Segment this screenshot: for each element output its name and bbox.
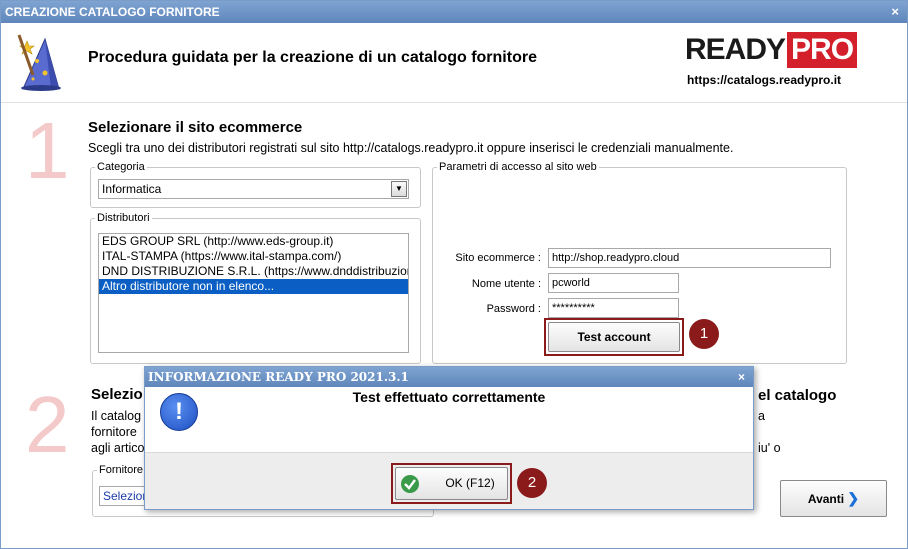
avanti-label: Avanti (807, 492, 845, 506)
utente-input[interactable]: pcworld (548, 273, 679, 293)
step2-title-end: el catalogo (758, 387, 837, 404)
wizard-window: CREAZIONE CATALOGO FORNITORE × Procedura… (0, 0, 908, 549)
chevron-down-icon[interactable]: ▼ (391, 181, 407, 197)
distributori-list[interactable]: EDS GROUP SRL (http://www.eds-group.it) … (98, 233, 409, 353)
list-item[interactable]: EDS GROUP SRL (http://www.eds-group.it) (99, 234, 408, 249)
annotation-badge-2: 2 (517, 468, 547, 498)
list-item-selected[interactable]: Altro distributore non in elenco... (99, 279, 408, 294)
wizard-header: Procedura guidata per la creazione di un… (1, 23, 907, 103)
step1-title: Selezionare il sito ecommerce (88, 119, 303, 136)
chevron-right-icon: ❯ (847, 490, 860, 506)
step2-desc-line3: agli artico (91, 441, 145, 455)
ok-button[interactable]: OK (F12) (395, 467, 508, 500)
sito-input[interactable]: http://shop.readypro.cloud (548, 248, 831, 268)
logo-pro-text: PRO (787, 32, 858, 68)
close-icon[interactable]: × (891, 1, 899, 23)
sito-label: Sito ecommerce : (455, 252, 541, 264)
utente-label: Nome utente : (471, 278, 541, 290)
ok-label: OK (F12) (445, 476, 495, 490)
step1-number: 1 (25, 106, 70, 195)
wizard-hat-icon (17, 34, 61, 91)
window-title: CREAZIONE CATALOGO FORNITORE (5, 5, 220, 19)
check-circle-icon (401, 474, 419, 493)
categoria-value: Informatica (102, 182, 162, 196)
categoria-select[interactable]: Informatica ▼ (98, 179, 409, 199)
dialog-titlebar: INFORMAZIONE READY PRO 2021.3.1 × (145, 367, 753, 387)
step2-title: Selezio (91, 386, 143, 403)
window-titlebar: CREAZIONE CATALOGO FORNITORE × (1, 1, 907, 23)
distributori-label: Distributori (97, 212, 150, 224)
avanti-button[interactable]: Avanti ❯ (780, 480, 887, 517)
dialog-close-icon[interactable]: × (738, 367, 745, 387)
fornitore-label: Fornitore (99, 464, 144, 476)
step2-desc-line1-end: a (758, 409, 765, 423)
logo-url: https://catalogs.readypro.it (687, 73, 842, 87)
list-item[interactable]: ITAL-STAMPA (https://www.ital-stampa.com… (99, 249, 408, 264)
step2-desc-line2: fornitore (91, 425, 137, 439)
list-item[interactable]: DND DISTRIBUZIONE S.R.L. (https://www.dn… (99, 264, 408, 279)
annotation-badge-1: 1 (689, 319, 719, 349)
dialog-message: Test effettuato correttamente (352, 389, 546, 405)
step2-desc-line3-end: iu' o (758, 441, 781, 455)
access-params-label: Parametri di accesso al sito web (439, 161, 597, 173)
test-account-button[interactable]: Test account (548, 322, 680, 352)
step1-description: Scegli tra uno dei distributori registra… (88, 141, 734, 155)
header-title: Procedura guidata per la creazione di un… (88, 49, 537, 66)
step2-desc-line1: Il catalog (91, 409, 142, 423)
logo-ready-text: READY (685, 33, 786, 66)
password-input[interactable]: ********** (548, 298, 679, 318)
categoria-label: Categoria (97, 161, 145, 173)
password-label: Password : (486, 303, 541, 315)
readypro-logo: READY PRO (685, 32, 858, 68)
step2-number: 2 (25, 380, 70, 469)
dialog-title: INFORMAZIONE READY PRO 2021.3.1 (148, 370, 409, 384)
